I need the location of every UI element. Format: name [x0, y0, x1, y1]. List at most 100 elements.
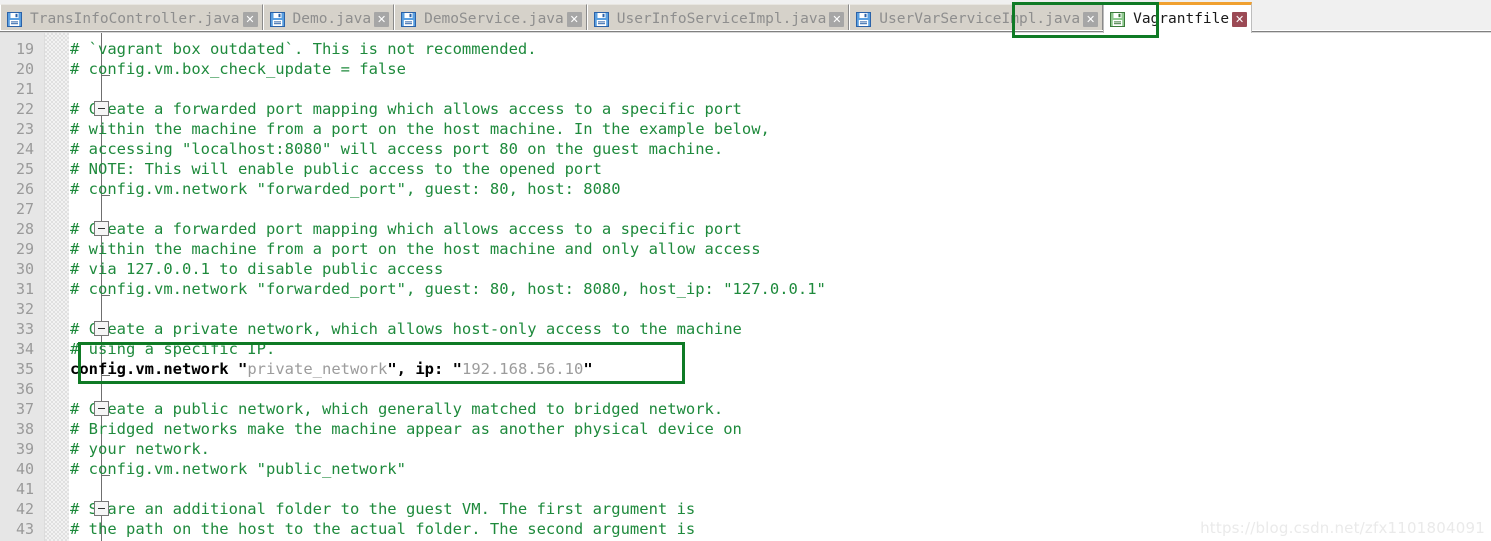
editor-tab-label: DemoService.java: [424, 11, 564, 27]
editor-pane[interactable]: 19 20 21 22 23 24 25 26 27 28 29 30 31 32 33 34 35 36 37 38…: [0, 33, 1491, 541]
editor-tab-2[interactable]: Demo.java ✕: [262, 4, 395, 33]
code-text-area[interactable]: # `vagrant box outdated`. This is not re…: [70, 33, 1491, 541]
code-line[interactable]: config.vm.network "private_network", ip:…: [70, 359, 593, 379]
close-icon[interactable]: ✕: [1083, 11, 1099, 27]
line-number: 27: [15, 200, 34, 218]
code-line[interactable]: # `vagrant box outdated`. This is not re…: [70, 39, 537, 59]
code-token: # config.vm.network "public_network": [70, 460, 406, 478]
code-token: # within the machine from a port on the …: [70, 240, 761, 258]
code-token: # Create a forwarded port mapping which …: [70, 220, 742, 238]
code-line[interactable]: # config.vm.network "forwarded_port", gu…: [70, 279, 826, 299]
line-number: 35: [15, 360, 34, 378]
code-token: # accessing "localhost:8080" will access…: [70, 140, 724, 158]
fold-collapse-icon[interactable]: [94, 101, 109, 116]
code-token: # `vagrant box outdated`. This is not re…: [70, 40, 537, 58]
code-line[interactable]: # config.vm.network "public_network": [70, 459, 406, 479]
fold-collapse-icon[interactable]: [94, 401, 109, 416]
code-line[interactable]: # accessing "localhost:8080" will access…: [70, 139, 723, 159]
code-token: config.vm.network: [70, 360, 238, 378]
line-number: 34: [15, 340, 34, 358]
line-number: 20: [15, 60, 34, 78]
code-token: ": [237, 360, 248, 378]
fold-region-end-marker: [102, 195, 110, 196]
editor-tab-1[interactable]: TransInfoController.java ✕: [0, 4, 263, 33]
code-line[interactable]: # within the machine from a port on the …: [70, 119, 770, 139]
code-line[interactable]: # via 127.0.0.1 to disable public access: [70, 259, 443, 279]
code-token: # Create a private network, which allows…: [70, 320, 742, 338]
close-icon[interactable]: ✕: [374, 11, 390, 27]
code-token: # your network.: [70, 440, 210, 458]
fold-collapse-icon[interactable]: [94, 501, 109, 516]
editor-tab-4[interactable]: UserInfoServiceImpl.java ✕: [586, 4, 850, 33]
line-number: 19: [15, 40, 34, 58]
line-number: 29: [15, 240, 34, 258]
line-number: 39: [15, 440, 34, 458]
editor-tab-label: UserInfoServiceImpl.java: [616, 11, 827, 27]
code-token: # config.vm.network "forwarded_port", gu…: [70, 180, 621, 198]
close-icon[interactable]: ✕: [242, 11, 258, 27]
fold-region-end-marker: [102, 475, 110, 476]
save-floppy-icon: [7, 11, 22, 27]
line-number: 32: [15, 300, 34, 318]
line-number: 41: [15, 480, 34, 498]
save-floppy-icon: [401, 11, 417, 27]
code-token: # Create a public network, which general…: [70, 400, 724, 418]
code-line[interactable]: # NOTE: This will enable public access t…: [70, 159, 602, 179]
code-line[interactable]: # Create a forwarded port mapping which …: [70, 99, 742, 119]
code-token: private_network: [247, 360, 388, 378]
code-token: ": [583, 360, 593, 378]
editor-tab-5[interactable]: UserVarServiceImpl.java ✕: [849, 4, 1104, 33]
code-token: # Bridged networks make the machine appe…: [70, 420, 742, 438]
line-number: 26: [15, 180, 34, 198]
code-line[interactable]: # Create a private network, which allows…: [70, 319, 742, 339]
close-icon[interactable]: ✕: [566, 11, 582, 27]
code-line[interactable]: # Bridged networks make the machine appe…: [70, 419, 742, 439]
code-token: # config.vm.box_check_update = false: [70, 60, 406, 78]
line-number: 38: [15, 420, 34, 438]
line-number: 30: [15, 260, 34, 278]
code-line[interactable]: # Share an additional folder to the gues…: [70, 499, 695, 519]
editor-tab-label: Demo.java: [292, 11, 372, 27]
code-token: # using a specific IP.: [70, 340, 276, 358]
fold-collapse-icon[interactable]: [94, 321, 109, 336]
line-number: 40: [15, 460, 34, 478]
code-editor-window: TransInfoController.java ✕ Demo.java ✕ DemoS…: [0, 0, 1491, 541]
line-number: 22: [15, 100, 34, 118]
close-icon[interactable]: ✕: [1232, 11, 1248, 27]
editor-tab-label: UserVarServiceImpl.java: [879, 11, 1081, 27]
code-line[interactable]: # config.vm.network "forwarded_port", gu…: [70, 179, 621, 199]
code-line[interactable]: # within the machine from a port on the …: [70, 239, 761, 259]
line-number: 28: [15, 220, 34, 238]
code-line[interactable]: # Create a forwarded port mapping which …: [70, 219, 742, 239]
line-number: 24: [15, 140, 34, 158]
editor-tab-label: Vagrantfile: [1133, 11, 1230, 27]
line-number-gutter: 19 20 21 22 23 24 25 26 27 28 29 30 31 32 33 34 35 36 37 38…: [0, 33, 45, 541]
code-token: # config.vm.network "forwarded_port", gu…: [70, 280, 826, 298]
editor-tab-3[interactable]: DemoService.java ✕: [394, 4, 587, 33]
code-line[interactable]: # the path on the host to the actual fol…: [70, 519, 695, 539]
line-number: 43: [15, 520, 34, 538]
fold-collapse-icon[interactable]: [94, 221, 109, 236]
fold-region-end-marker: [102, 295, 110, 296]
line-number: 42: [15, 500, 34, 518]
code-line[interactable]: # your network.: [70, 439, 210, 459]
fold-region-end-marker: [102, 75, 110, 76]
line-number: 31: [15, 280, 34, 298]
fold-region-end-marker: [102, 375, 110, 376]
code-token: ip:: [415, 360, 453, 378]
code-token: # the path on the host to the actual fol…: [70, 520, 696, 538]
code-token: 192.168.56.10: [461, 360, 584, 378]
close-icon[interactable]: ✕: [829, 11, 845, 27]
editor-tab-bar: TransInfoController.java ✕ Demo.java ✕ DemoS…: [0, 0, 1491, 33]
code-line[interactable]: # Create a public network, which general…: [70, 399, 723, 419]
code-folding-gutter[interactable]: [45, 33, 110, 541]
code-token: # NOTE: This will enable public access t…: [70, 160, 602, 178]
save-floppy-icon: [593, 11, 609, 27]
code-line[interactable]: # config.vm.box_check_update = false: [70, 59, 406, 79]
save-floppy-icon: [1110, 11, 1126, 27]
watermark-text: https://blog.csdn.net/zfx1101804091: [1200, 519, 1485, 537]
line-number: 21: [15, 80, 34, 98]
save-floppy-icon: [856, 11, 872, 27]
code-line[interactable]: # using a specific IP.: [70, 339, 275, 359]
editor-tab-6[interactable]: Vagrantfile ✕: [1103, 2, 1253, 33]
